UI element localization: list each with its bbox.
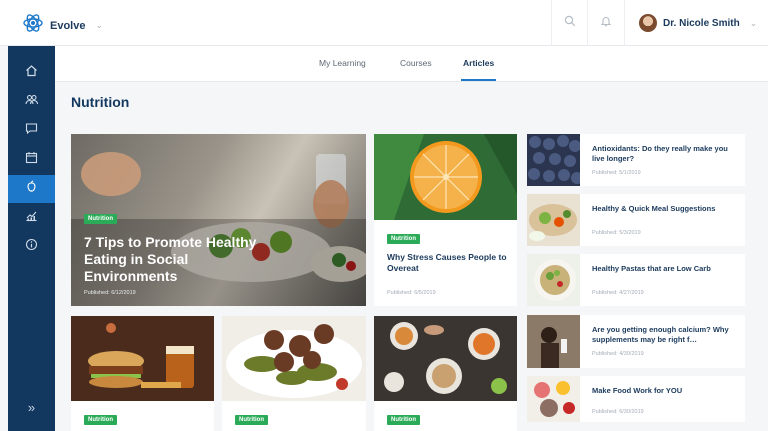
list-item-title: Healthy Pastas that are Low Carb <box>592 264 711 273</box>
list-item[interactable]: Are you getting enough calcium? Why supp… <box>527 315 745 368</box>
sidebar: » <box>8 46 55 431</box>
user-name: Dr. Nicole Smith <box>663 17 740 29</box>
tab-articles[interactable]: Articles <box>461 46 497 81</box>
hero-article-card[interactable]: Nutrition 7 Tips to Promote Healthy Eati… <box>71 134 366 306</box>
article-thumbnail <box>527 315 580 368</box>
tab-courses[interactable]: Courses <box>400 46 432 81</box>
user-menu[interactable]: Dr. Nicole Smith ⌄ <box>624 0 768 46</box>
evolve-logo-icon <box>22 12 44 39</box>
double-chevron-right-icon: » <box>27 400 36 415</box>
brand-switcher[interactable]: Evolve ⌄ <box>22 12 103 39</box>
page-title: Nutrition <box>71 94 130 110</box>
notifications-button[interactable] <box>587 0 623 46</box>
list-item-title: Antioxidants: Do they really make you li… <box>592 144 728 163</box>
article-thumbnail <box>527 194 580 246</box>
article-thumbnail <box>527 376 580 422</box>
feature-article-card[interactable]: Nutrition Why Stress Causes People to Ov… <box>374 134 517 306</box>
chevron-down-icon: ⌄ <box>749 17 758 28</box>
chevron-down-icon: ⌄ <box>95 20 104 30</box>
feature-article-date: Published: 6/5/2019 <box>387 290 436 296</box>
article-image <box>374 316 517 401</box>
list-item[interactable]: Make Food Work for YOU Published: 6/30/2… <box>527 376 745 422</box>
users-icon <box>25 93 39 111</box>
list-item-title: Are you getting enough calcium? Why supp… <box>592 325 729 344</box>
search-button[interactable] <box>551 0 587 46</box>
category-badge: Nutrition <box>84 415 117 425</box>
feature-article-image <box>374 134 517 220</box>
top-header: Evolve ⌄ Dr. Nicole Smith ⌄ <box>0 0 768 46</box>
avatar <box>639 14 657 32</box>
nutrition-icon <box>25 180 38 198</box>
info-icon <box>25 238 38 256</box>
list-item-date: Published: 5/1/2019 <box>592 170 641 176</box>
sidebar-expand-button[interactable]: » <box>8 396 55 420</box>
article-card[interactable]: Nutrition <box>222 316 366 431</box>
list-item[interactable]: Healthy & Quick Meal Suggestions Publish… <box>527 194 745 246</box>
chat-icon <box>25 122 38 140</box>
app-window: Evolve ⌄ Dr. Nicole Smith ⌄ » My Learnin… <box>0 0 768 431</box>
calendar-icon <box>25 151 38 169</box>
sidebar-item-info[interactable] <box>8 233 55 261</box>
article-thumbnail <box>527 134 580 186</box>
chart-icon <box>25 209 38 227</box>
article-card[interactable]: Nutrition <box>71 316 214 431</box>
brand-name: Evolve <box>50 19 86 32</box>
sidebar-item-messages[interactable] <box>8 117 55 145</box>
sidebar-item-calendar[interactable] <box>8 146 55 174</box>
category-badge: Nutrition <box>387 234 420 244</box>
home-icon <box>25 64 38 82</box>
list-item-date: Published: 6/30/2019 <box>592 409 644 415</box>
article-thumbnail <box>527 254 580 306</box>
article-image <box>222 316 366 401</box>
list-item-date: Published: 5/3/2019 <box>592 230 641 236</box>
hero-article-title: 7 Tips to Promote Healthy Eating in Soci… <box>84 234 257 284</box>
sidebar-item-analytics[interactable] <box>8 204 55 232</box>
list-item[interactable]: Antioxidants: Do they really make you li… <box>527 134 745 186</box>
bell-icon <box>600 14 612 32</box>
list-item[interactable]: Healthy Pastas that are Low Carb Publish… <box>527 254 745 306</box>
sidebar-item-users[interactable] <box>8 88 55 116</box>
list-item-date: Published: 4/27/2019 <box>592 290 644 296</box>
feature-article-title: Why Stress Causes People to Overeat <box>387 252 507 273</box>
article-card[interactable]: Nutrition <box>374 316 517 431</box>
search-icon <box>564 14 576 32</box>
tab-my-learning[interactable]: My Learning <box>319 46 366 81</box>
list-item-title: Make Food Work for YOU <box>592 386 683 395</box>
category-badge: Nutrition <box>84 214 117 224</box>
article-image <box>71 316 214 401</box>
sidebar-item-nutrition[interactable] <box>8 175 55 203</box>
category-badge: Nutrition <box>235 415 268 425</box>
list-item-title: Healthy & Quick Meal Suggestions <box>592 204 716 213</box>
hero-article-date: Published: 6/12/2019 <box>84 290 136 296</box>
list-item-date: Published: 4/30/2019 <box>592 351 644 357</box>
category-badge: Nutrition <box>387 415 420 425</box>
sidebar-item-home[interactable] <box>8 59 55 87</box>
tab-bar: My Learning Courses Articles <box>55 46 768 82</box>
